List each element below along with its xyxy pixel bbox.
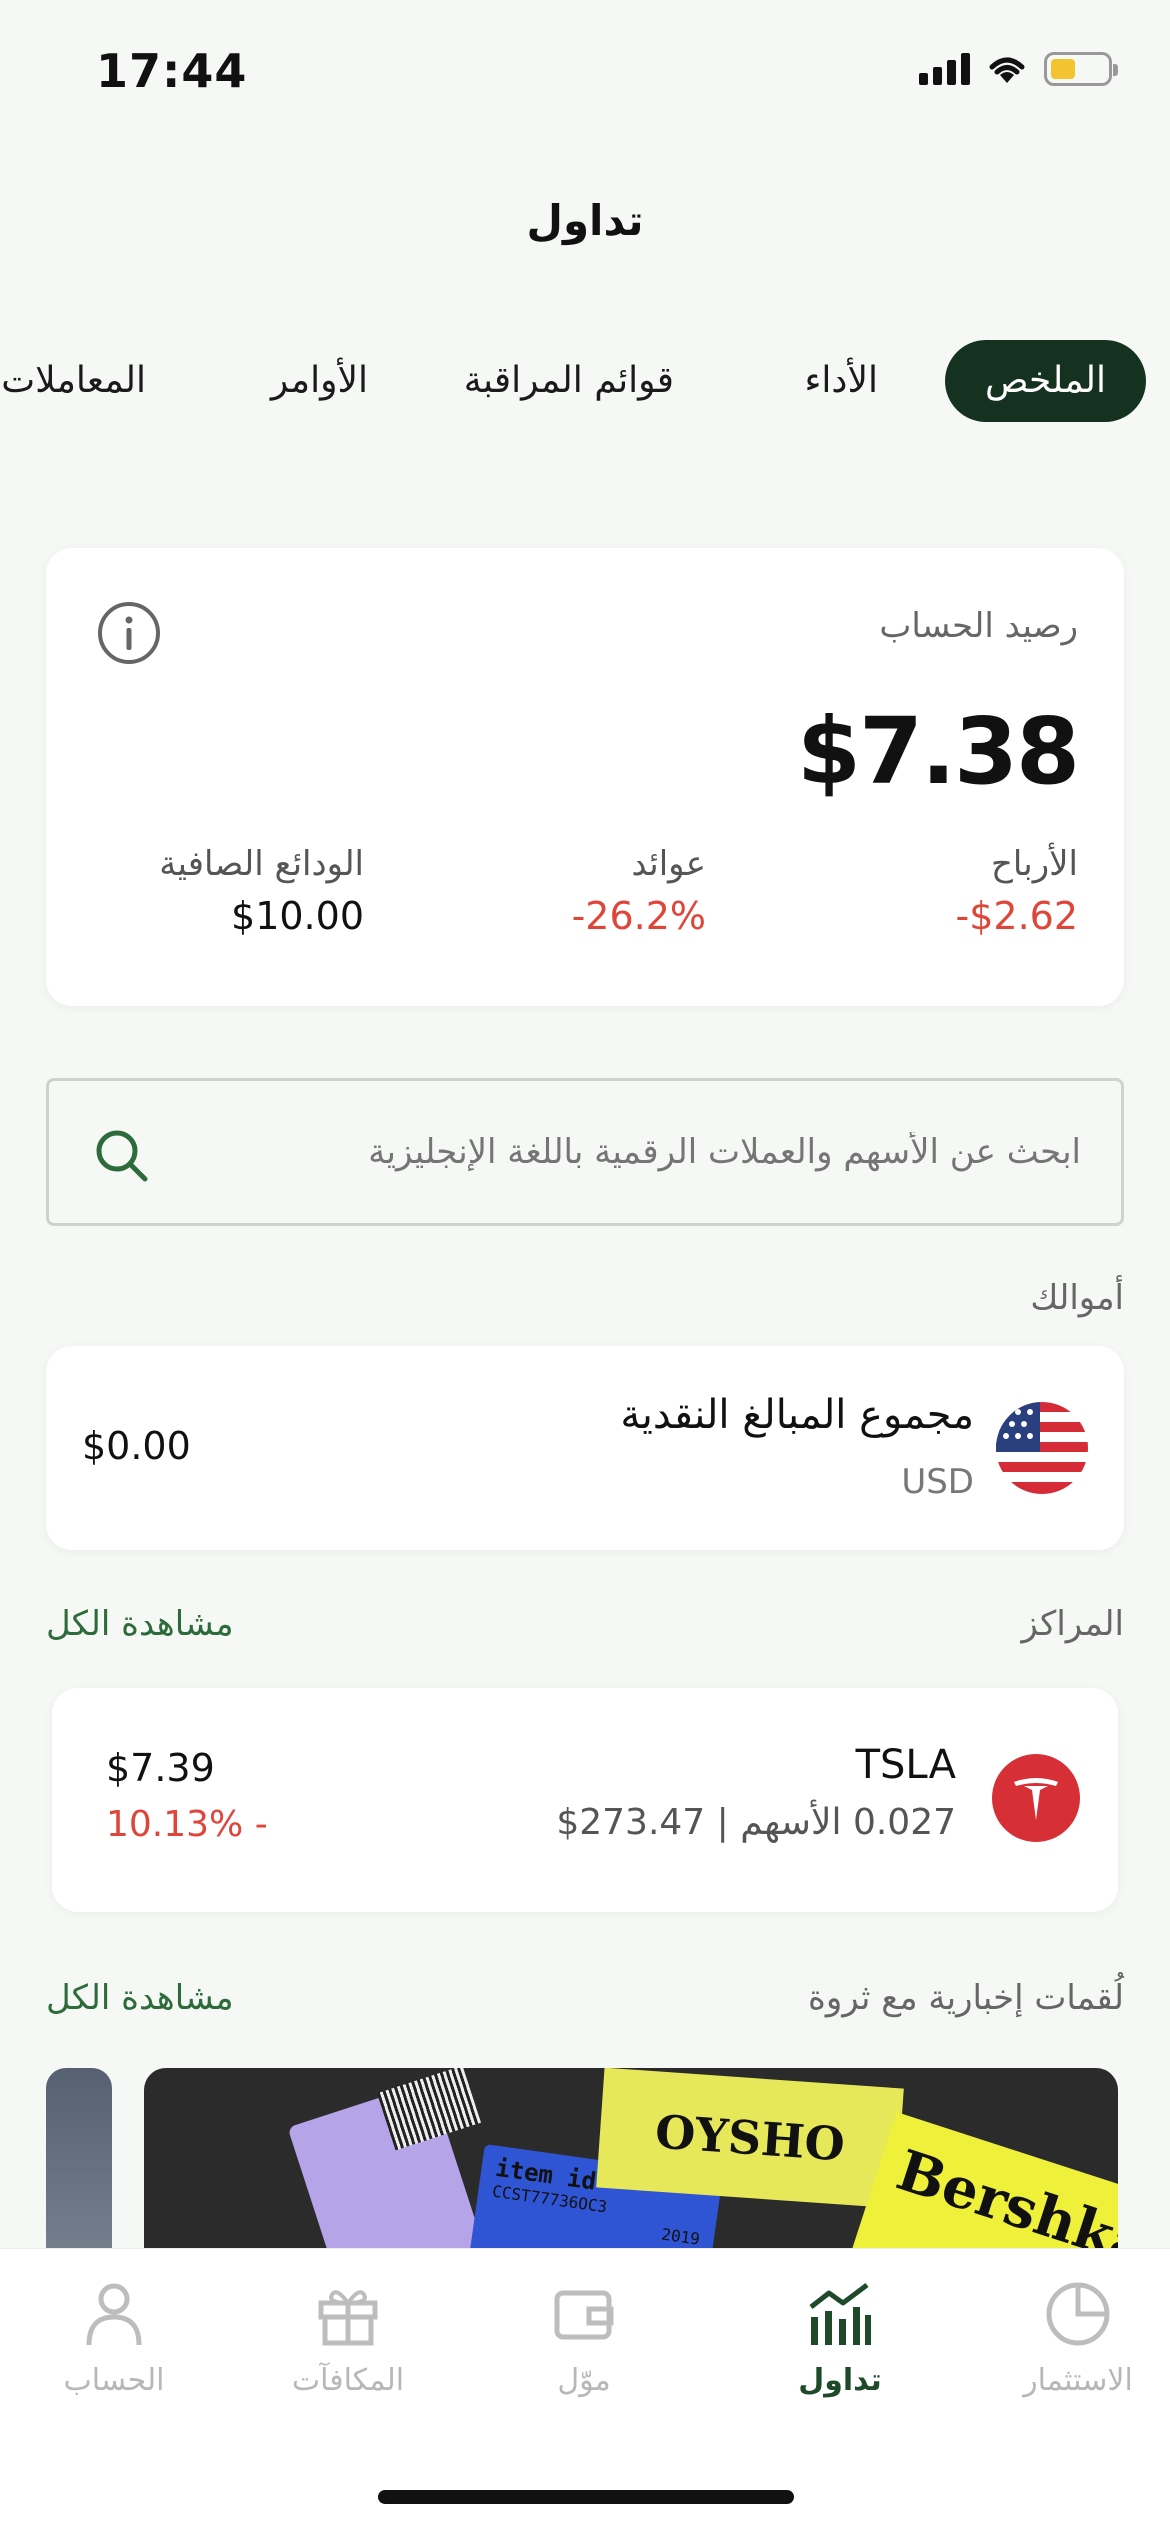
search-box[interactable]	[46, 1078, 1124, 1226]
profits-stat: الأرباح -$2.62	[956, 844, 1079, 938]
barcode-graphic	[376, 2068, 482, 2151]
news-see-all-link[interactable]: مشاهدة الكل	[46, 1978, 234, 2018]
home-indicator	[378, 2490, 794, 2504]
page-title: تداول	[526, 196, 644, 245]
us-flag-icon	[996, 1402, 1088, 1494]
position-value: $7.39	[106, 1746, 215, 1790]
deposits-stat: الودائع الصافية $10.00	[159, 844, 364, 938]
bar-chart-icon	[809, 2283, 871, 2345]
tab-transactions[interactable]: المعاملات	[1, 340, 146, 422]
returns-value: -26.2%	[571, 894, 706, 938]
tab-watchlists[interactable]: قوائم المراقبة	[464, 340, 674, 422]
nav-trade-label: تداول	[798, 2363, 882, 2398]
info-icon[interactable]	[96, 600, 162, 666]
nav-account-label: الحساب	[63, 2363, 165, 2398]
position-change: 10.13% -	[106, 1804, 268, 1845]
status-time: 17:44	[96, 44, 248, 98]
deposits-value: $10.00	[231, 894, 364, 938]
tab-orders[interactable]: الأوامر	[271, 340, 368, 422]
balance-card: رصيد الحساب $7.38 الأرباح -$2.62 عوائد -…	[46, 548, 1124, 1006]
person-icon	[86, 2283, 142, 2346]
balance-label: رصيد الحساب	[879, 606, 1078, 646]
nav-rewards-label: المكافآت	[291, 2363, 405, 2398]
position-row-tsla[interactable]: TSLA 0.027 الأسهم | 273.47$ $7.39 10.13%…	[52, 1688, 1118, 1912]
balance-value: $7.38	[796, 698, 1080, 805]
pie-chart-icon	[1046, 2282, 1110, 2346]
cash-title: مجموع المبالغ النقدية	[620, 1392, 974, 1438]
funds-section-label: أموالك	[1030, 1278, 1124, 1318]
nav-trade[interactable]: تداول	[740, 2279, 940, 2398]
nav-invest[interactable]: الاستثمار	[978, 2279, 1170, 2398]
cash-currency: USD	[901, 1462, 974, 1502]
wifi-icon	[989, 57, 1025, 83]
deposits-label: الودائع الصافية	[159, 844, 364, 884]
signal-icon	[919, 53, 970, 85]
cash-card[interactable]: مجموع المبالغ النقدية USD $0.00	[46, 1346, 1124, 1550]
tab-performance[interactable]: الأداء	[805, 340, 879, 422]
nav-account[interactable]: الحساب	[14, 2279, 214, 2398]
nav-fund-label: موّل	[557, 2363, 611, 2398]
returns-stat: عوائد -26.2%	[572, 844, 706, 938]
wallet-icon	[554, 2290, 614, 2340]
tag-oysho: OYSHO	[596, 2068, 904, 2209]
nav-rewards[interactable]: المكافآت	[248, 2279, 448, 2398]
tab-summary[interactable]: الملخص	[944, 340, 1146, 422]
profits-label: الأرباح	[990, 844, 1078, 884]
profits-value: -$2.62	[955, 894, 1079, 938]
gift-icon	[318, 2290, 378, 2346]
search-input[interactable]	[231, 1081, 1081, 1223]
battery-icon	[1044, 52, 1118, 86]
position-shares: 0.027 الأسهم | 273.47$	[556, 1802, 956, 1843]
search-icon	[96, 1130, 148, 1182]
positions-section-label: المراكز	[1021, 1604, 1124, 1644]
returns-label: عوائد	[631, 844, 706, 884]
position-symbol: TSLA	[855, 1742, 956, 1788]
nav-invest-label: الاستثمار	[1023, 2363, 1133, 2398]
news-section-label: لُقمات إخبارية مع ثروة	[808, 1978, 1124, 2018]
positions-see-all-link[interactable]: مشاهدة الكل	[46, 1604, 234, 1644]
status-icons	[919, 52, 1118, 86]
nav-fund[interactable]: موّل	[484, 2279, 684, 2398]
tab-bar: الملخص الأداء قوائم المراقبة الأوامر الم…	[0, 340, 1170, 422]
tesla-logo-icon	[992, 1754, 1080, 1842]
cash-value: $0.00	[82, 1424, 191, 1468]
